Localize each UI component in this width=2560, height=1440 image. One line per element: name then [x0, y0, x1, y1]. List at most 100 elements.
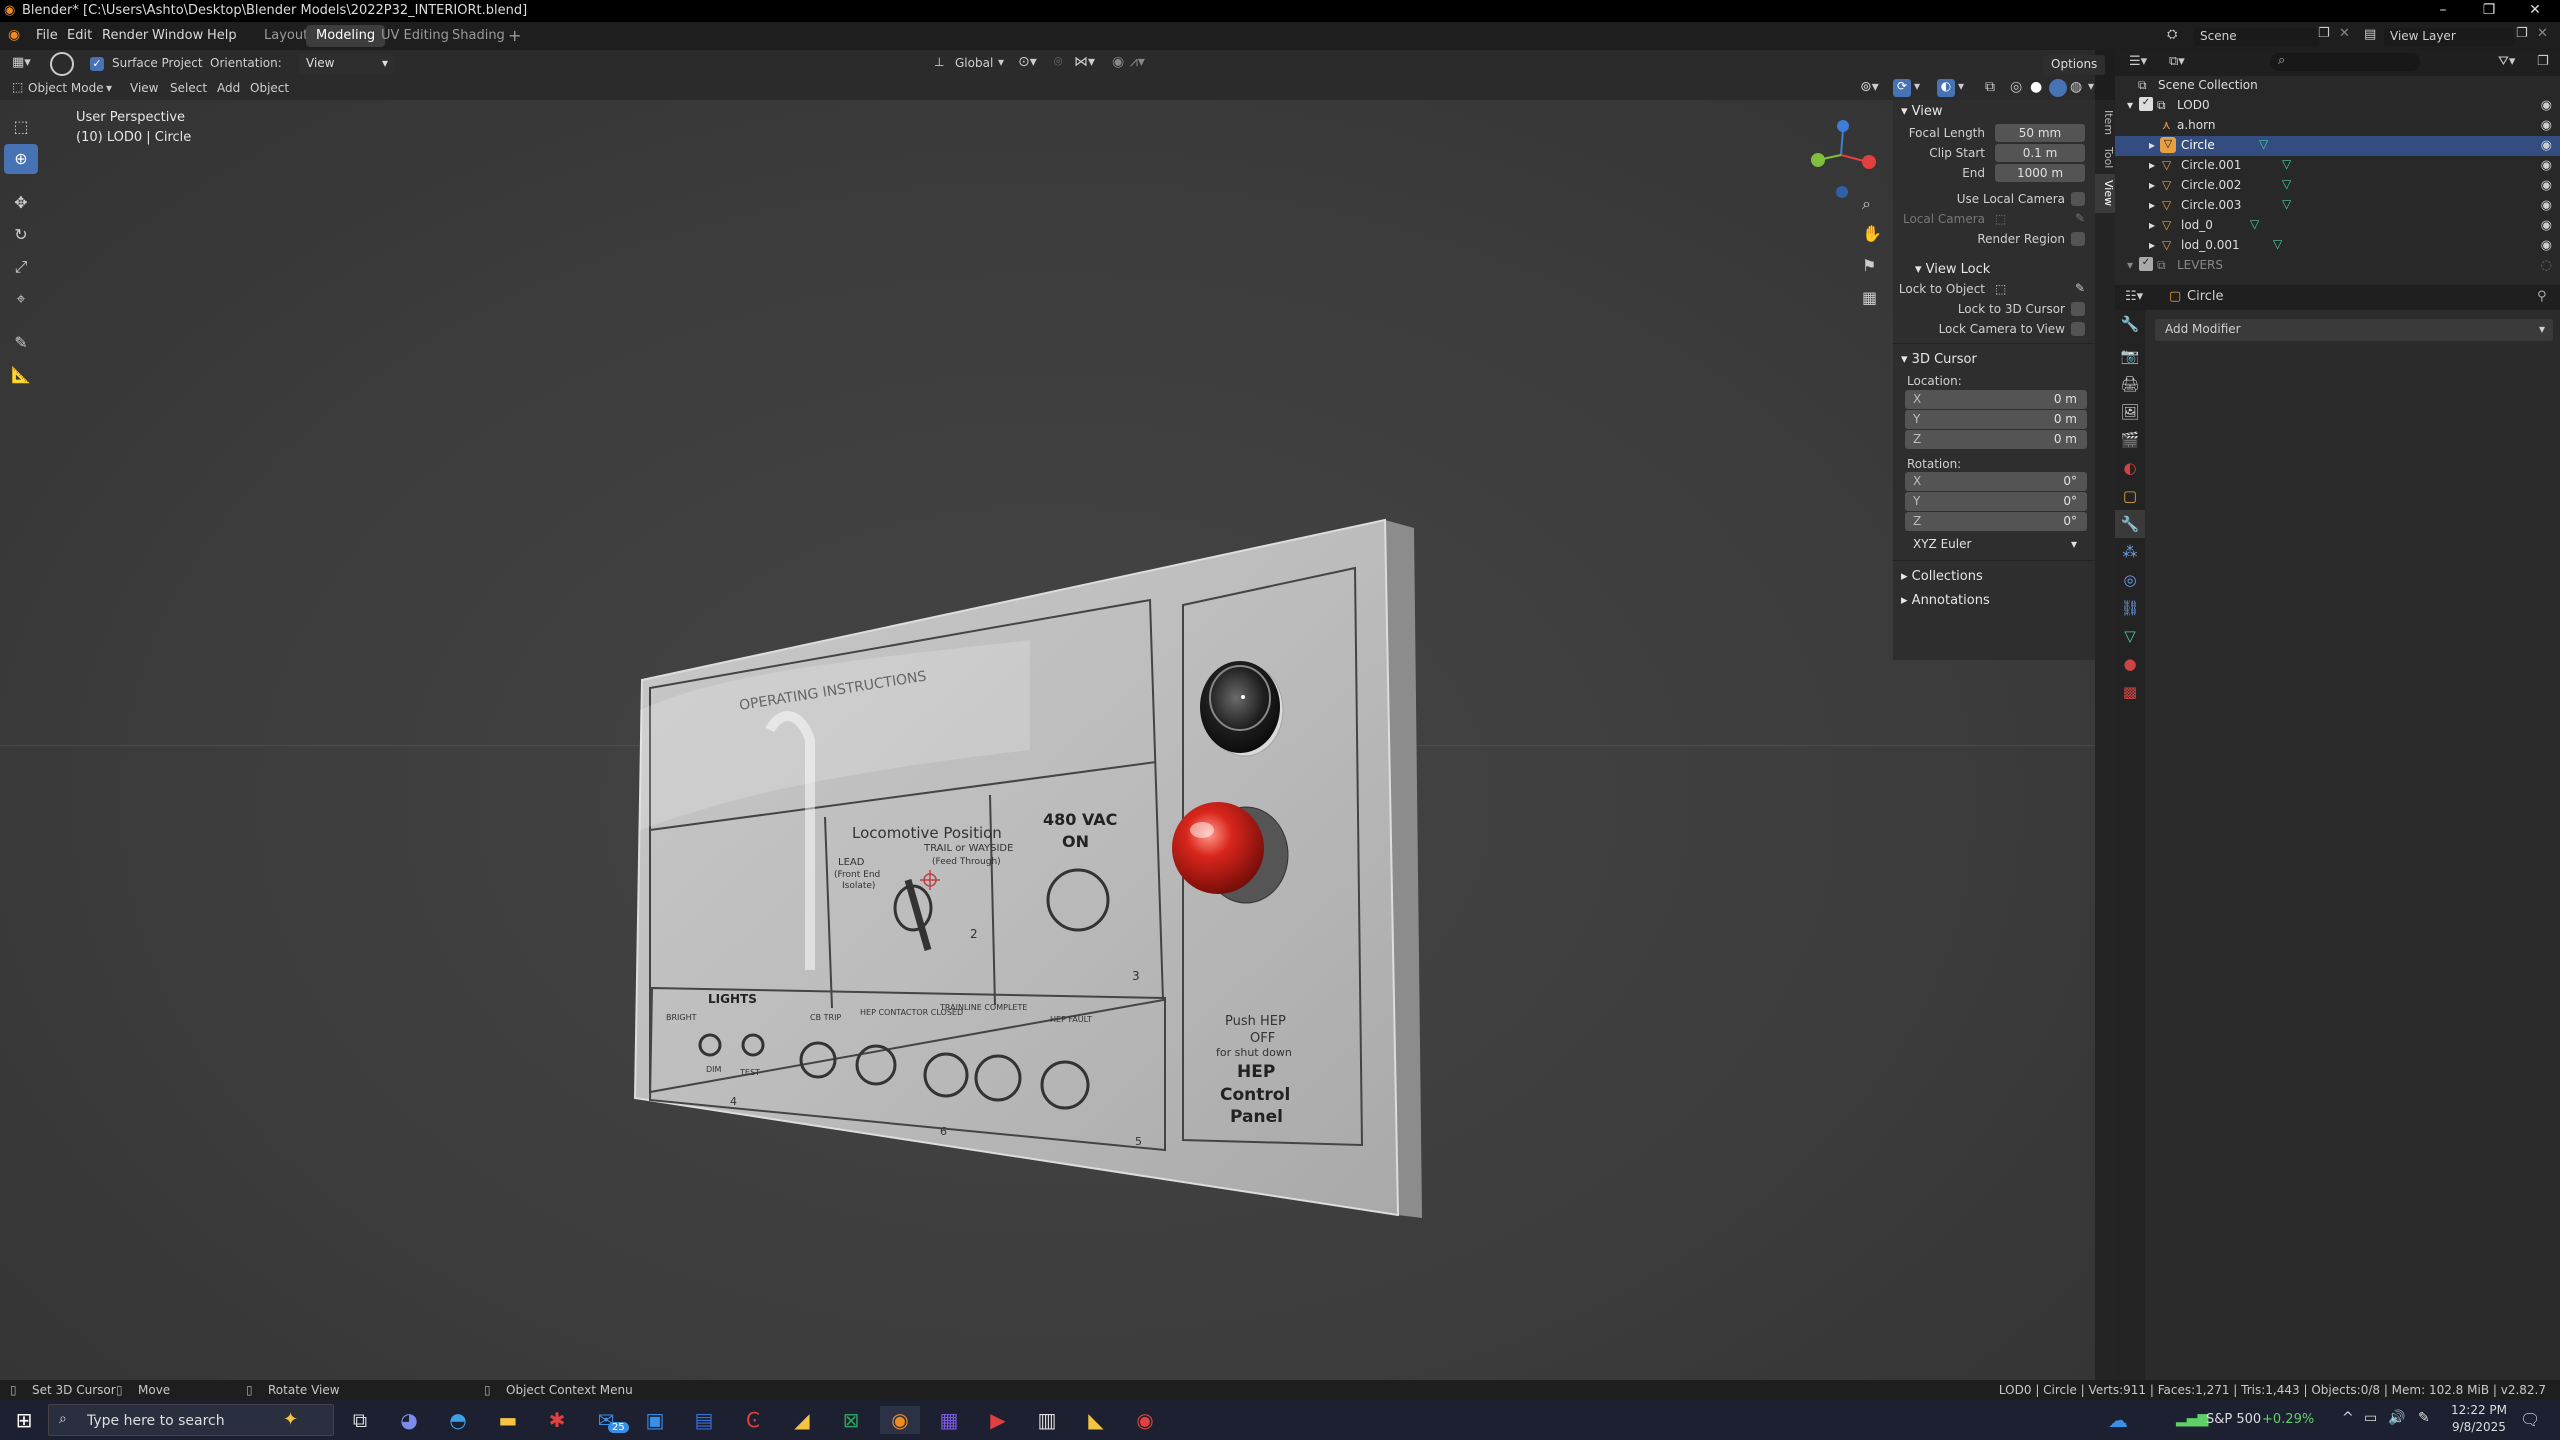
- app-c-icon[interactable]: Ͼ: [733, 1406, 773, 1434]
- pan-hand-icon[interactable]: ✋: [1862, 224, 1882, 243]
- clock-date[interactable]: 9/8/2025: [2452, 1420, 2506, 1434]
- scene-tab-icon[interactable]: 🎬: [2115, 426, 2145, 454]
- outliner-item-circle-002[interactable]: ▸ ▽ Circle.002 ▽ ◉: [2115, 176, 2560, 196]
- pivot-point-icon[interactable]: ⊙▾: [1018, 54, 1037, 70]
- focal-length-field[interactable]: 50 mm: [1995, 124, 2085, 142]
- editor-type-icon[interactable]: ▦▾: [12, 55, 31, 70]
- lock-to-3d-cursor-checkbox[interactable]: [2071, 302, 2085, 316]
- blender-taskbar-icon[interactable]: ◉: [880, 1406, 920, 1434]
- gizmo-toggle-icon[interactable]: ⟳: [1893, 79, 1911, 97]
- eye-icon[interactable]: ◉: [2541, 118, 2552, 133]
- material-tab-icon[interactable]: ●: [2115, 650, 2145, 678]
- lock-camera-to-view-checkbox[interactable]: [2071, 322, 2085, 336]
- cursor-location-x-field[interactable]: X 0 m: [1905, 390, 2087, 409]
- view-layer-tab-icon[interactable]: 🖼: [2115, 398, 2145, 426]
- view-layer-selector[interactable]: View Layer: [2384, 28, 2514, 46]
- expand-icon[interactable]: ▸: [2149, 178, 2155, 192]
- render-tab-icon[interactable]: 📷: [2115, 342, 2145, 370]
- cursor-rotation-y-field[interactable]: Y 0°: [1905, 492, 2087, 511]
- navigation-gizmo[interactable]: [1806, 110, 1876, 200]
- chevron-up-icon[interactable]: ^: [2342, 1410, 2354, 1426]
- use-local-camera-checkbox[interactable]: [2071, 192, 2085, 206]
- notifications-icon[interactable]: 🗨: [2520, 1410, 2540, 1429]
- app-film-icon[interactable]: ▥: [1027, 1406, 1067, 1434]
- cursor-rotation-z-field[interactable]: Z 0°: [1905, 512, 2087, 531]
- eye-icon[interactable]: ◉: [2541, 178, 2552, 193]
- menu-object[interactable]: Object: [250, 81, 289, 95]
- outliner-item-levers[interactable]: ▾ ✓ ⧉ LEVERS ◌: [2115, 256, 2560, 276]
- pen-icon[interactable]: ✎: [2418, 1410, 2430, 1426]
- outliner-item-lod-0[interactable]: ▸ ▽ lod_0 ▽ ◉: [2115, 216, 2560, 236]
- snap-target-icon[interactable]: ⋈▾: [1074, 54, 1095, 70]
- cursor-icon[interactable]: ⊕: [4, 144, 38, 174]
- copilot-icon[interactable]: ◕: [389, 1406, 429, 1434]
- add-modifier-dropdown[interactable]: Add Modifier ▾: [2155, 319, 2553, 341]
- rotation-mode-dropdown[interactable]: XYZ Euler ▾: [1905, 535, 2087, 554]
- add-workspace-button[interactable]: +: [502, 25, 527, 47]
- scale-icon[interactable]: ⤢: [4, 252, 38, 282]
- new-collection-icon[interactable]: ❐: [2537, 54, 2549, 69]
- menu-window[interactable]: Window: [152, 28, 203, 43]
- menu-view[interactable]: View: [130, 81, 158, 95]
- new-scene-icon[interactable]: ❐: [2318, 26, 2330, 41]
- taskbar-search-input[interactable]: ⌕ Type here to search ✦: [48, 1404, 334, 1436]
- overlays-toggle-icon[interactable]: ◐: [1937, 79, 1955, 97]
- clip-start-field[interactable]: 0.1 m: [1995, 144, 2085, 162]
- proportional-edit-icon[interactable]: ◉: [1112, 54, 1124, 70]
- particles-tab-icon[interactable]: ⁂: [2115, 538, 2145, 566]
- network-icon[interactable]: ▭: [2364, 1410, 2377, 1426]
- mesh-data-icon[interactable]: ▽: [2282, 157, 2291, 171]
- eye-icon[interactable]: ◉: [2541, 218, 2552, 233]
- editor-type-icon[interactable]: ☷▾: [2125, 289, 2143, 304]
- wireframe-shading-icon[interactable]: ◎: [2010, 79, 2022, 95]
- file-explorer-icon[interactable]: ▬: [488, 1406, 528, 1434]
- display-mode-icon[interactable]: ⧉▾: [2169, 54, 2185, 69]
- eye-icon[interactable]: ◉: [2541, 158, 2552, 173]
- surface-project-checkbox[interactable]: ✓: [90, 57, 104, 71]
- word-icon[interactable]: ▤: [684, 1406, 724, 1434]
- expand-icon[interactable]: ▾: [2127, 98, 2133, 112]
- new-view-layer-icon[interactable]: ❐: [2516, 26, 2528, 41]
- render-region-checkbox[interactable]: [2071, 232, 2085, 246]
- editor-type-icon[interactable]: ☰▾: [2129, 54, 2147, 69]
- cursor-location-y-field[interactable]: Y 0 m: [1905, 410, 2087, 429]
- mesh-data-icon[interactable]: ▽: [2273, 237, 2282, 251]
- mesh-data-icon[interactable]: ▽: [2259, 137, 2268, 151]
- mesh-data-icon[interactable]: ▽: [2250, 217, 2259, 231]
- world-tab-icon[interactable]: ◐: [2115, 454, 2145, 482]
- expand-icon[interactable]: ▸: [2149, 198, 2155, 212]
- clip-end-field[interactable]: 1000 m: [1995, 164, 2085, 182]
- object-tab-icon[interactable]: ▢: [2115, 482, 2145, 510]
- zoom-icon[interactable]: ⌕: [1862, 194, 1871, 214]
- annotations-panel-header[interactable]: ▸ Annotations: [1893, 589, 2095, 611]
- material-shading-icon[interactable]: [2049, 79, 2067, 97]
- tab-tool[interactable]: Tool: [2095, 141, 2115, 174]
- 3d-cursor-panel-header[interactable]: ▾ 3D Cursor: [1893, 348, 2095, 370]
- texture-tab-icon[interactable]: ▩: [2115, 678, 2145, 706]
- object-visibility-icon[interactable]: ⊚▾: [1860, 79, 1879, 95]
- edge-icon[interactable]: ◓: [438, 1406, 478, 1434]
- app-yellow-icon[interactable]: ◢: [782, 1406, 822, 1434]
- delete-view-layer-icon[interactable]: ✕: [2537, 26, 2548, 41]
- menu-file[interactable]: File: [36, 28, 58, 43]
- eyedropper-icon[interactable]: ✎: [2075, 281, 2085, 295]
- object-mode-dropdown[interactable]: Object Mode: [28, 81, 104, 95]
- app-folder-icon[interactable]: ◣: [1076, 1406, 1116, 1434]
- app-jw-icon[interactable]: ▦: [929, 1406, 969, 1434]
- eye-icon[interactable]: ◉: [2541, 198, 2552, 213]
- chrome-icon[interactable]: ◉: [1125, 1406, 1165, 1434]
- falloff-icon[interactable]: ⩘▾: [1130, 54, 1145, 70]
- eye-icon[interactable]: ◉: [2541, 238, 2552, 253]
- menu-select[interactable]: Select: [170, 81, 207, 95]
- eye-icon[interactable]: ◉: [2541, 138, 2552, 153]
- rotate-icon[interactable]: ↻: [4, 220, 38, 250]
- app-icon[interactable]: ✱: [537, 1406, 577, 1434]
- menu-edit[interactable]: Edit: [67, 28, 92, 43]
- task-view-icon[interactable]: ⧉: [340, 1406, 380, 1434]
- annotate-icon[interactable]: ✎: [4, 328, 38, 358]
- select-box-icon[interactable]: ⬚: [4, 112, 38, 142]
- store-icon[interactable]: ▣: [635, 1406, 675, 1434]
- rendered-shading-icon[interactable]: ◍: [2070, 79, 2082, 95]
- checkbox-icon[interactable]: ✓: [2139, 97, 2153, 111]
- cursor-tool-icon[interactable]: [50, 52, 74, 76]
